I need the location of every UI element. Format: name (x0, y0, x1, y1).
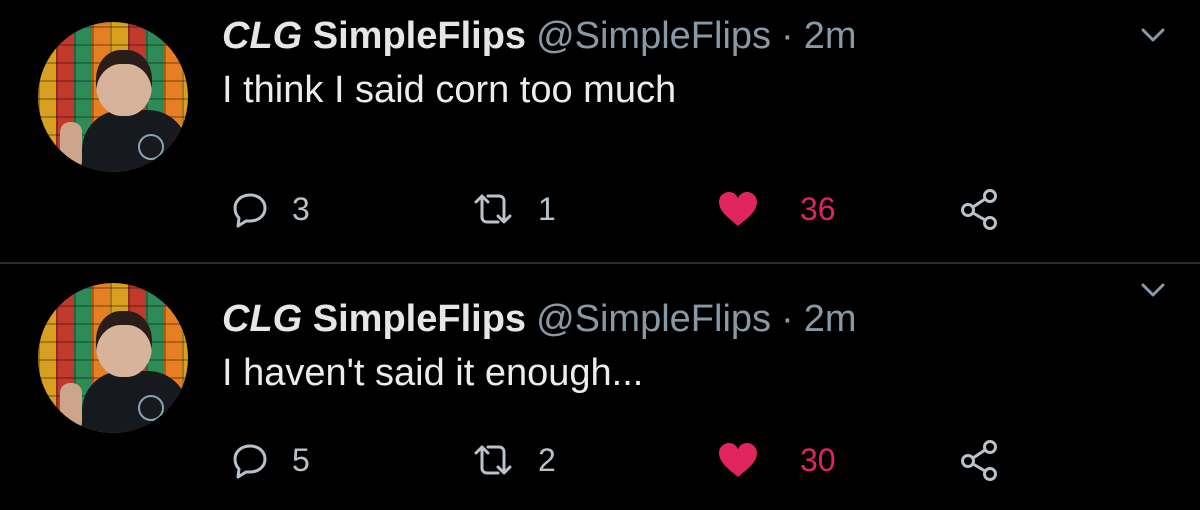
tweet-header: CLG SimpleFlips @SimpleFlips · 2m (222, 295, 1160, 343)
tweet-divider (0, 262, 1200, 264)
retweet-icon (470, 189, 516, 229)
reply-icon (230, 189, 270, 229)
display-name-prefix: CLG (222, 15, 303, 57)
tweet-actions: 3 1 36 (222, 184, 1022, 234)
avatar[interactable] (38, 283, 188, 433)
retweet-icon (470, 440, 516, 480)
chevron-down-icon[interactable] (1136, 18, 1170, 52)
reply-button[interactable]: 3 (230, 184, 310, 234)
user-handle[interactable]: @SimpleFlips (536, 12, 771, 60)
retweet-count: 2 (538, 441, 556, 478)
avatar-hand (60, 383, 82, 431)
reply-count: 3 (292, 190, 310, 227)
display-name[interactable]: CLG SimpleFlips (222, 295, 526, 343)
separator-dot: · (781, 298, 794, 340)
avatar-hand (60, 122, 82, 170)
timestamp[interactable]: 2m (804, 12, 857, 60)
heart-icon (716, 440, 760, 480)
tweet-content: CLG SimpleFlips @SimpleFlips · 2m I thin… (222, 12, 1160, 116)
tweet-text: I haven't said it enough... (222, 352, 644, 394)
user-handle[interactable]: @SimpleFlips (536, 295, 771, 343)
timestamp[interactable]: 2m (804, 295, 857, 343)
avatar-shirt (82, 371, 188, 433)
separator-dot: · (781, 15, 794, 57)
tweet[interactable]: CLG SimpleFlips @SimpleFlips · 2m I thin… (0, 0, 1200, 255)
avatar[interactable] (38, 22, 188, 172)
avatar-shirt (82, 110, 188, 172)
reply-icon (230, 440, 270, 480)
share-icon (958, 438, 1002, 482)
tweet-text: I think I said corn too much (222, 69, 677, 111)
share-button[interactable] (958, 435, 1002, 485)
chevron-down-icon[interactable] (1136, 273, 1170, 307)
tweet-actions: 5 2 30 (222, 435, 1022, 485)
avatar-face (96, 311, 152, 377)
retweet-button[interactable]: 2 (470, 435, 556, 485)
display-name-prefix: CLG (222, 298, 303, 340)
tweet-content: CLG SimpleFlips @SimpleFlips · 2m I have… (222, 295, 1160, 399)
share-icon (958, 187, 1002, 231)
avatar-face (96, 50, 152, 116)
tweet-header: CLG SimpleFlips @SimpleFlips · 2m (222, 12, 1160, 60)
display-name[interactable]: CLG SimpleFlips (222, 12, 526, 60)
share-button[interactable] (958, 184, 1002, 234)
retweet-count: 1 (538, 190, 556, 227)
display-name-text: SimpleFlips (312, 298, 527, 340)
like-button[interactable]: 36 (716, 184, 836, 234)
like-button[interactable]: 30 (716, 435, 836, 485)
reply-button[interactable]: 5 (230, 435, 310, 485)
display-name-text: SimpleFlips (312, 15, 527, 57)
heart-icon (716, 189, 760, 229)
like-count: 36 (800, 190, 836, 227)
avatar-shirt-logo (138, 395, 164, 421)
retweet-button[interactable]: 1 (470, 184, 556, 234)
like-count: 30 (800, 441, 836, 478)
tweet[interactable]: CLG SimpleFlips @SimpleFlips · 2m I have… (0, 265, 1200, 510)
avatar-shirt-logo (138, 134, 164, 160)
reply-count: 5 (292, 441, 310, 478)
tweet-feed: CLG SimpleFlips @SimpleFlips · 2m I thin… (0, 0, 1200, 510)
